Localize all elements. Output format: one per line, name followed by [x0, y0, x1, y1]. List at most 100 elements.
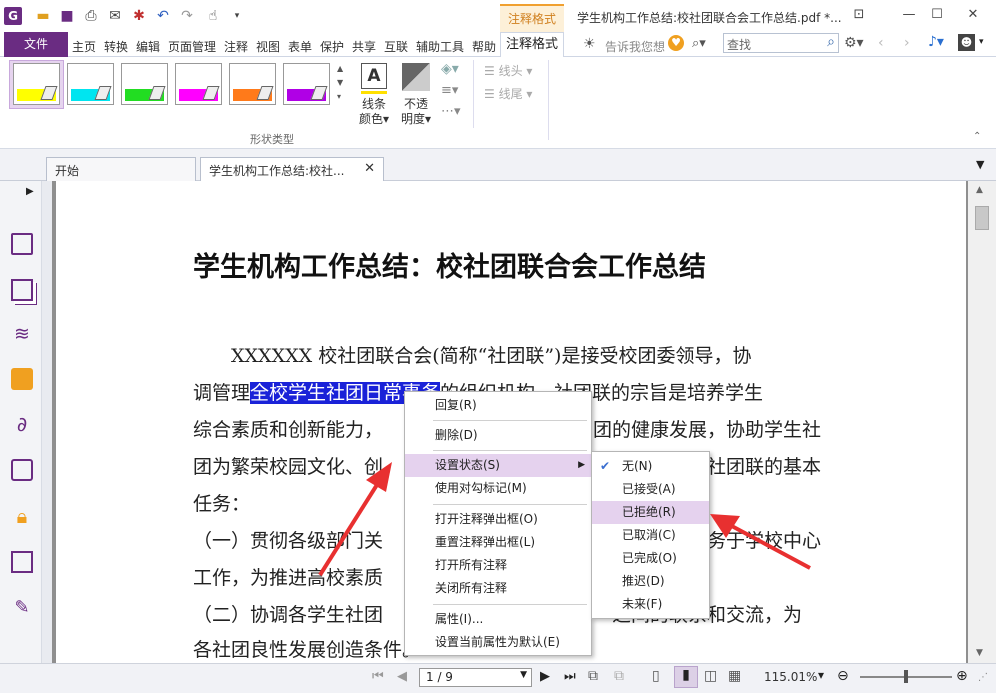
tell-me-input[interactable]: 告诉我您想 [605, 38, 665, 55]
menu-item-set-default[interactable]: 设置当前属性为默认(E) [405, 631, 591, 654]
maximize-button[interactable]: ☐ [926, 6, 948, 24]
find-tool-icon[interactable]: ⌕▾ [692, 36, 706, 51]
lock-icon[interactable]: 🔒︎ [11, 504, 33, 528]
continuous-facing-icon[interactable]: ▦ [728, 668, 741, 684]
line-color-button[interactable]: 线条 颜色▾ [356, 97, 392, 127]
menu-comment[interactable]: 注释 [224, 38, 248, 55]
avatar[interactable]: ☻ [958, 34, 975, 51]
collapse-ribbon-icon[interactable]: ⌃ [973, 131, 981, 142]
scroll-down-icon[interactable]: ▼ [976, 648, 983, 658]
line-tail-button[interactable]: ☰ 线尾 ▾ [484, 85, 532, 102]
zoom-in-icon[interactable]: ⊕ [956, 668, 968, 684]
tab-annotation-format[interactable]: 注释格式 [500, 32, 564, 58]
menu-convert[interactable]: 转换 [104, 38, 128, 55]
file-tab[interactable]: 文件 [4, 32, 68, 57]
customize-dropdown-icon[interactable]: ▾ [228, 7, 246, 25]
open-folder-icon[interactable]: ▬ [34, 7, 52, 25]
tab-document[interactable]: 学生机构工作总结:校社... ✕ [200, 157, 384, 181]
pages-thumbnail-icon[interactable] [11, 279, 33, 301]
tab-start[interactable]: 开始 [46, 157, 196, 181]
shape-swatch-magenta[interactable] [175, 63, 222, 105]
facing-page-icon[interactable]: ◫ [704, 668, 717, 684]
redo-icon[interactable]: ↷ [178, 7, 196, 25]
menu-connect[interactable]: 互联 [384, 38, 408, 55]
shape-swatch-green[interactable] [121, 63, 168, 105]
menu-edit[interactable]: 编辑 [136, 38, 160, 55]
zoom-out-icon[interactable]: ⊖ [837, 668, 849, 684]
email-icon[interactable]: ✉ [106, 7, 124, 25]
page-number-input[interactable]: 1 / 9 ▼ [419, 668, 532, 687]
rotate-icon[interactable]: ⧉ [588, 668, 598, 684]
continuous-page-icon[interactable]: ▮ [674, 666, 698, 688]
sidebar-splitter[interactable] [42, 181, 52, 663]
bell-icon[interactable]: ♪▾ [928, 34, 944, 50]
signature-icon[interactable] [11, 459, 33, 481]
minimize-button[interactable]: — [898, 6, 920, 24]
close-tab-icon[interactable]: ✕ [364, 161, 375, 176]
save-icon[interactable]: ■ [58, 7, 76, 25]
content-icon[interactable] [11, 551, 33, 573]
undo-icon[interactable]: ↶ [154, 7, 172, 25]
fill-bucket-icon[interactable]: ◈▾ [441, 61, 459, 77]
tab-list-dropdown-icon[interactable]: ▼ [976, 158, 984, 171]
layers-icon[interactable]: ≋ [11, 323, 33, 345]
shape-swatch-orange[interactable] [229, 63, 276, 105]
opacity-button[interactable]: 不透 明度▾ [398, 97, 434, 127]
ribbon-toggle-icon[interactable]: ⊡ [848, 6, 870, 24]
hand-tool-icon[interactable]: ☝ [204, 7, 222, 25]
opacity-label-2: 明度 [400, 112, 425, 126]
first-page-icon[interactable]: ⏮ [372, 669, 384, 684]
back-icon[interactable]: ‹ [878, 35, 884, 51]
comments-icon[interactable] [11, 368, 33, 390]
menu-assist-tools[interactable]: 辅助工具 [416, 38, 464, 55]
menu-item-properties[interactable]: 属性(I)... [405, 608, 591, 631]
prev-page-icon[interactable]: ◀ [397, 669, 407, 684]
shape-swatch-purple[interactable] [283, 63, 330, 105]
avatar-dropdown-icon[interactable]: ▾ [979, 37, 984, 47]
bookmark-icon[interactable] [11, 233, 33, 255]
menu-help[interactable]: 帮助 [472, 38, 496, 55]
search-input[interactable]: 查找 ⌕ [723, 33, 839, 53]
zoom-dropdown-icon[interactable]: ▾ [818, 668, 824, 682]
menu-item-close-all[interactable]: 关闭所有注释 [405, 577, 591, 600]
sidebar-expand-icon[interactable]: ▶ [26, 186, 34, 197]
menu-item-reply[interactable]: 回复(R) [405, 394, 591, 417]
forward-icon[interactable]: › [904, 35, 910, 51]
previous-view-icon[interactable]: ⧉ [614, 668, 624, 684]
shape-swatch-yellow[interactable] [13, 63, 60, 105]
context-tab-header: 注释格式 [500, 4, 564, 32]
single-page-icon[interactable]: ▯ [652, 668, 660, 684]
line-color-label-1: 线条 [361, 97, 386, 111]
line-head-button[interactable]: ☰ 线头 ▾ [484, 62, 532, 79]
vertical-scrollbar[interactable] [968, 181, 996, 663]
zoom-level: 115.01% [764, 670, 818, 684]
menu-protect[interactable]: 保护 [320, 38, 344, 55]
attachment-icon[interactable]: ∂ [11, 412, 33, 436]
menu-home[interactable]: 主页 [72, 38, 96, 55]
close-button[interactable]: ✕ [962, 6, 984, 24]
gear-icon[interactable]: ⚙▾ [844, 35, 864, 51]
page-dropdown-icon[interactable]: ▼ [520, 670, 527, 680]
page-number-text: 1 / 9 [426, 670, 453, 684]
scroll-thumb[interactable] [975, 206, 989, 230]
zoom-slider-thumb[interactable] [904, 670, 908, 683]
new-icon[interactable]: ✱ [130, 7, 148, 25]
line-weight-icon[interactable]: ≡▾ [441, 83, 458, 98]
scroll-up-icon[interactable]: ▲ [976, 185, 983, 195]
heart-icon[interactable]: ♥ [668, 35, 684, 51]
menu-view[interactable]: 视图 [256, 38, 280, 55]
line-color-bar [361, 91, 387, 94]
next-page-icon[interactable]: ▶ [540, 669, 550, 684]
gallery-scroll-icon[interactable]: ▲ ▼ ▾ [337, 62, 343, 104]
print-icon[interactable]: ⎙ [82, 7, 100, 25]
line-style-icon[interactable]: ⋯▾ [441, 104, 461, 119]
line-color-icon[interactable]: A [361, 63, 387, 89]
menu-page-manage[interactable]: 页面管理 [168, 38, 216, 55]
shape-swatch-cyan[interactable] [67, 63, 114, 105]
menu-share[interactable]: 共享 [352, 38, 376, 55]
status-future[interactable]: 未来(F) [592, 593, 709, 616]
opacity-icon[interactable] [402, 63, 430, 91]
tools-icon[interactable]: ✎ [11, 597, 33, 619]
menu-form[interactable]: 表单 [288, 38, 312, 55]
last-page-icon[interactable]: ⏭ [564, 669, 576, 684]
